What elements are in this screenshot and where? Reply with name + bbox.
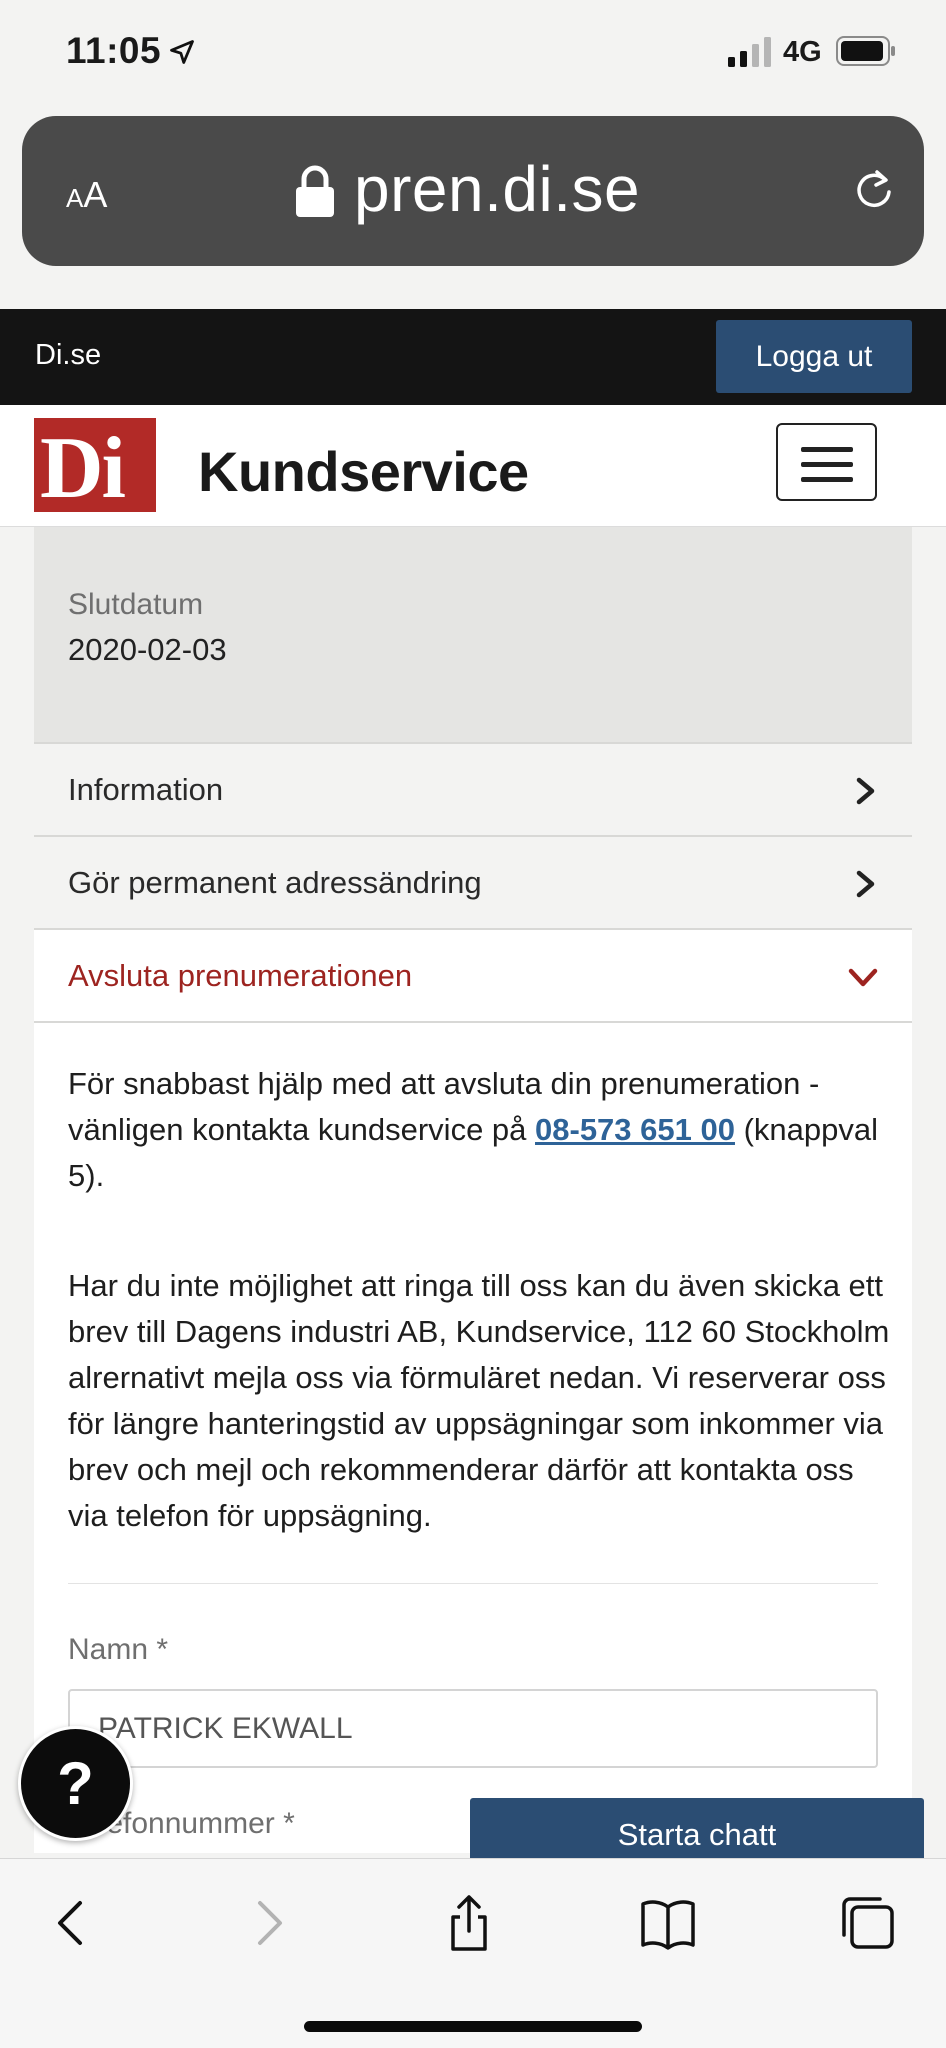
back-icon[interactable] xyxy=(42,1893,102,1953)
url-text[interactable]: pren.di.se xyxy=(354,152,640,226)
accordion-item-information[interactable]: Information xyxy=(34,742,912,835)
bookmarks-icon[interactable] xyxy=(638,1893,698,1953)
reload-icon[interactable] xyxy=(852,168,896,212)
tabs-icon[interactable] xyxy=(838,1893,898,1953)
logout-button[interactable]: Logga ut xyxy=(716,320,912,393)
name-input[interactable] xyxy=(68,1689,878,1768)
help-button[interactable]: ? xyxy=(18,1726,133,1841)
forward-icon[interactable] xyxy=(238,1893,298,1953)
location-arrow-icon xyxy=(170,40,194,64)
home-indicator xyxy=(304,2021,642,2032)
accordion-label: Gör permanent adressändring xyxy=(68,864,482,900)
hamburger-menu-button[interactable] xyxy=(776,423,877,501)
network-type: 4G xyxy=(783,36,822,68)
site-bar: Di.se Logga ut xyxy=(0,309,946,405)
cancel-subscription-panel: För snabbast hjälp med att avsluta din p… xyxy=(34,1023,912,1853)
cellular-signal-icon xyxy=(728,37,771,67)
phone-link[interactable]: 08-573 651 00 xyxy=(535,1112,735,1147)
chevron-right-icon xyxy=(856,777,875,805)
di-logo[interactable]: Di xyxy=(34,418,156,517)
status-bar: 11:05 4G xyxy=(0,0,946,110)
end-date-label: Slutdatum xyxy=(68,588,204,621)
subscription-card: Slutdatum 2020-02-03 xyxy=(34,500,912,742)
status-time: 11:05 xyxy=(66,30,162,71)
divider xyxy=(68,1583,878,1584)
battery-icon xyxy=(836,36,895,66)
text-size-button[interactable]: AA xyxy=(66,174,107,216)
accordion-label: Avsluta prenumerationen xyxy=(68,957,413,993)
address-bar[interactable]: AA pren.di.se xyxy=(22,116,924,266)
lock-icon xyxy=(296,165,334,217)
share-icon[interactable] xyxy=(439,1893,499,1953)
accordion-item-cancel-subscription[interactable]: Avsluta prenumerationen xyxy=(34,928,912,1023)
end-date-value: 2020-02-03 xyxy=(68,632,227,667)
chevron-right-icon xyxy=(856,870,875,898)
page-title: Kundservice xyxy=(198,440,529,503)
chevron-down-icon xyxy=(848,968,878,987)
start-chat-button[interactable]: Starta chatt xyxy=(470,1798,924,1858)
accordion-item-address-change[interactable]: Gör permanent adressändring xyxy=(34,835,912,928)
cancel-body-text: Har du inte möjlighet att ringa till oss… xyxy=(68,1268,890,1533)
name-label: Namn * xyxy=(68,1633,169,1666)
site-header: Di Kundservice xyxy=(0,405,946,527)
logo-text: Di xyxy=(40,420,126,517)
accordion-label: Information xyxy=(68,771,224,807)
site-link[interactable]: Di.se xyxy=(35,339,101,372)
browser-toolbar xyxy=(0,1858,946,2048)
cancel-intro-text: För snabbast hjälp med att avsluta din p… xyxy=(68,1066,879,1193)
